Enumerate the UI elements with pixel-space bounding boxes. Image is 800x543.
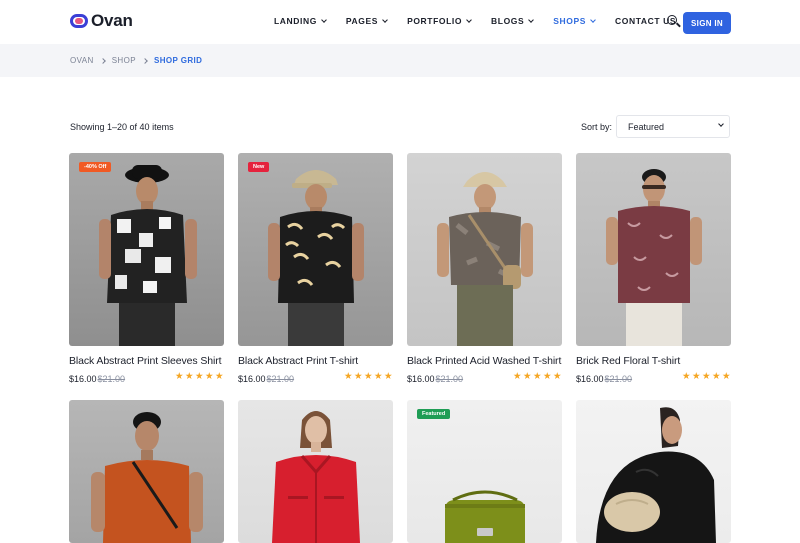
rating-stars: ★ ★ ★ ★ ★ <box>513 371 562 382</box>
product-image[interactable]: -40% Off <box>69 153 224 346</box>
product-image[interactable] <box>407 153 562 346</box>
breadcrumb-ovan[interactable]: OVAN <box>70 56 94 65</box>
product-name[interactable]: Black Abstract Print Sleeves Shirt <box>69 355 222 367</box>
rating-stars: ★ ★ ★ ★ ★ <box>682 371 731 382</box>
nav-item-blogs[interactable]: BLOGS <box>491 16 535 26</box>
logo[interactable]: Ovan <box>70 11 133 31</box>
site-header: Ovan LANDING PAGES PORTFOLIO BLOGS SHOPS… <box>0 0 800 44</box>
nav-label: BLOGS <box>491 16 525 26</box>
star-icon: ★ <box>195 371 204 382</box>
chevron-down-icon <box>718 121 724 127</box>
star-icon: ★ <box>374 371 383 382</box>
star-icon: ★ <box>702 371 711 382</box>
star-icon: ★ <box>722 371 731 382</box>
rating-stars: ★ ★ ★ ★ ★ <box>175 371 224 382</box>
main-nav: LANDING PAGES PORTFOLIO BLOGS SHOPS CONT… <box>274 16 696 26</box>
breadcrumb-current: SHOP GRID <box>153 56 203 65</box>
results-count: Showing 1–20 of 40 items <box>70 122 174 132</box>
chevron-down-icon <box>382 17 388 23</box>
star-icon: ★ <box>384 371 393 382</box>
star-icon: ★ <box>344 371 353 382</box>
rating-stars: ★ ★ ★ ★ ★ <box>344 371 393 382</box>
star-icon: ★ <box>175 371 184 382</box>
breadcrumb: OVAN SHOP SHOP GRID <box>70 56 202 65</box>
sale-badge: -40% Off <box>79 162 112 172</box>
product-image[interactable] <box>69 400 224 543</box>
chevron-down-icon <box>466 17 472 23</box>
nav-item-pages[interactable]: PAGES <box>345 16 388 26</box>
star-icon: ★ <box>523 371 532 382</box>
product-price: $16.00$21.00 <box>69 374 126 384</box>
star-icon: ★ <box>215 371 224 382</box>
breadcrumb-bar: OVAN SHOP SHOP GRID <box>0 44 800 77</box>
product-image[interactable] <box>576 400 731 543</box>
product-image[interactable] <box>576 153 731 346</box>
nav-item-portfolio[interactable]: PORTFOLIO <box>407 16 472 26</box>
star-icon: ★ <box>692 371 701 382</box>
chevron-down-icon <box>590 17 596 23</box>
product-name[interactable]: Black Abstract Print T-shirt <box>238 355 358 367</box>
star-icon: ★ <box>712 371 721 382</box>
logo-text: Ovan <box>91 11 133 30</box>
chevron-right-icon <box>142 57 148 64</box>
product-image[interactable]: Featured <box>407 400 562 543</box>
product-image[interactable] <box>238 400 393 543</box>
star-icon: ★ <box>543 371 552 382</box>
sort-value: Featured <box>628 121 665 132</box>
star-icon: ★ <box>513 371 522 382</box>
star-icon: ★ <box>533 371 542 382</box>
star-icon: ★ <box>205 371 214 382</box>
product-image[interactable]: New <box>238 153 393 346</box>
chevron-down-icon <box>528 17 535 23</box>
product-price: $16.00$21.00 <box>576 374 633 384</box>
star-icon: ★ <box>553 371 562 382</box>
breadcrumb-shop[interactable]: SHOP <box>112 56 136 65</box>
nav-label: LANDING <box>274 16 317 26</box>
chevron-down-icon <box>321 17 327 23</box>
product-price: $16.00$21.00 <box>238 374 295 384</box>
star-icon: ★ <box>185 371 194 382</box>
search-icon[interactable] <box>667 15 681 28</box>
product-name[interactable]: Brick Red Floral T-shirt <box>576 355 680 367</box>
nav-item-shops[interactable]: SHOPS <box>553 16 596 26</box>
star-icon: ★ <box>354 371 363 382</box>
new-badge: New <box>248 162 270 172</box>
nav-item-landing[interactable]: LANDING <box>274 16 327 26</box>
chevron-right-icon <box>99 57 106 64</box>
sort-label: Sort by: <box>581 122 613 132</box>
star-icon: ★ <box>364 371 373 382</box>
nav-label: SHOPS <box>553 16 587 26</box>
sort-select[interactable]: Featured <box>616 115 730 138</box>
product-price: $16.00$21.00 <box>407 374 464 384</box>
product-name[interactable]: Black Printed Acid Washed T-shirt <box>407 355 561 367</box>
star-icon: ★ <box>682 371 691 382</box>
nav-label: PORTFOLIO <box>407 16 463 26</box>
nav-label: PAGES <box>345 16 379 26</box>
logo-icon <box>70 14 88 28</box>
sign-in-button[interactable]: SIGN IN <box>683 12 731 34</box>
featured-badge: Featured <box>417 409 451 419</box>
